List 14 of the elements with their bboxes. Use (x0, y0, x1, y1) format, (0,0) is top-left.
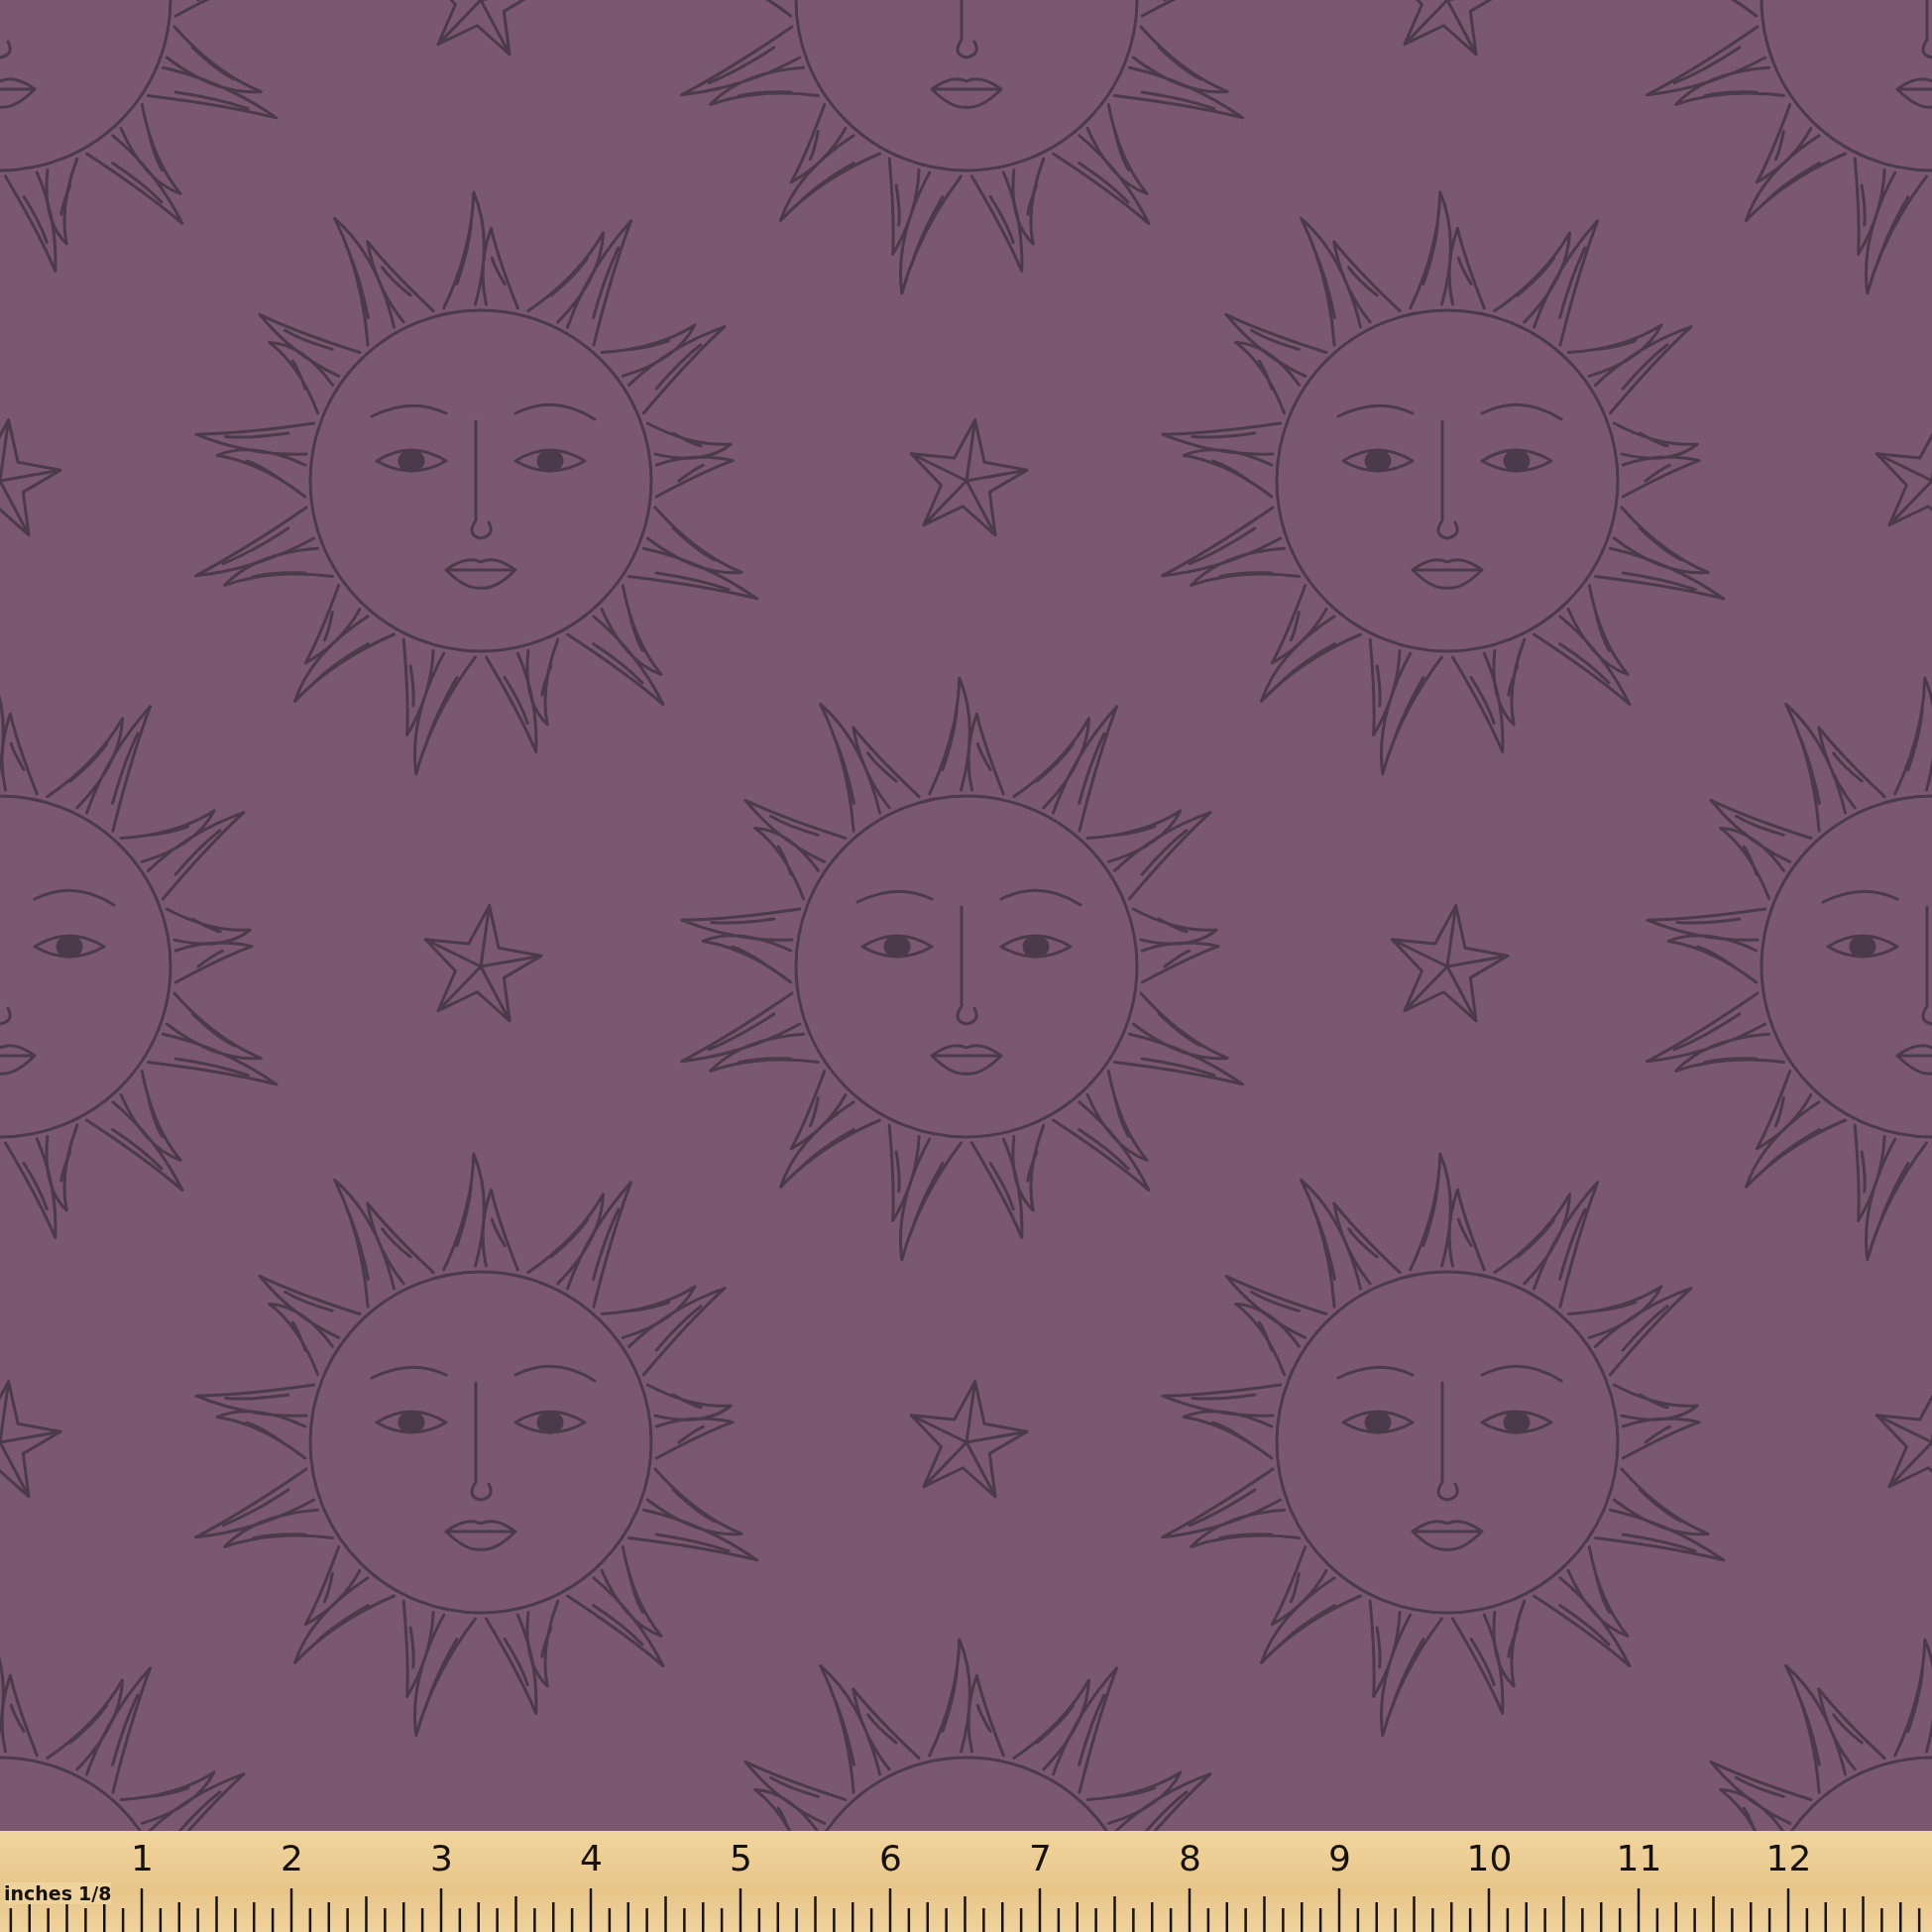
fraction-label: 1/8 (78, 1882, 112, 1904)
ruler-number: 12 (1764, 1839, 1813, 1878)
ruler-number: 9 (1327, 1839, 1352, 1878)
ruler-number: 2 (280, 1839, 304, 1878)
ruler-number: 1 (130, 1839, 155, 1878)
ruler-number: 6 (878, 1839, 903, 1878)
ruler-number: 8 (1178, 1839, 1202, 1878)
unit-label: inches (4, 1882, 73, 1904)
ruler-number: 7 (1028, 1839, 1053, 1878)
ruler-number: 4 (579, 1839, 604, 1878)
ruler-number: 11 (1615, 1839, 1663, 1878)
ruler-number: 10 (1465, 1839, 1514, 1878)
ruler-number: 5 (729, 1839, 753, 1878)
ruler-number: 3 (429, 1839, 454, 1878)
